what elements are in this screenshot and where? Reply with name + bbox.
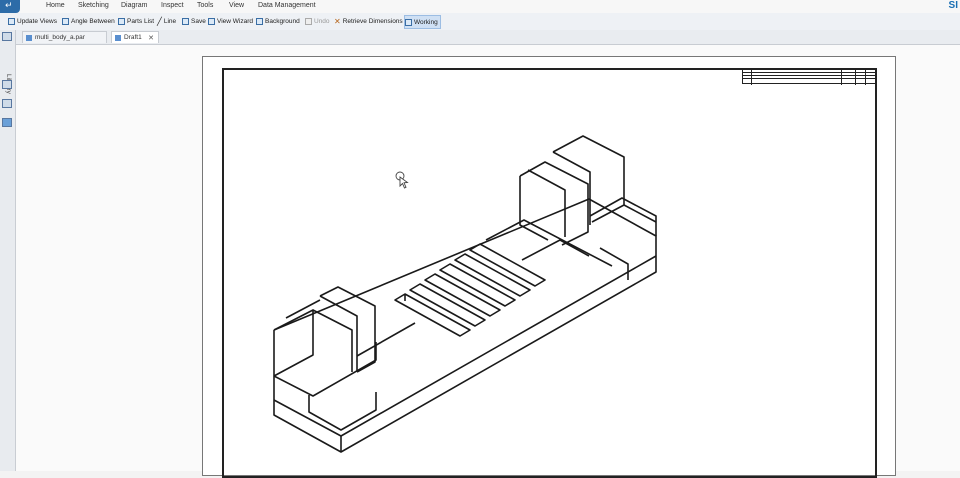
slot-5: [454, 253, 531, 297]
right-tower-face: [552, 151, 591, 225]
slot-edge: [356, 322, 416, 357]
slot-6: [469, 243, 546, 287]
base-outline: [273, 198, 657, 453]
isometric-part-view[interactable]: [0, 0, 960, 471]
mouse-cursor-icon: [395, 171, 409, 189]
right-block-face: [527, 169, 566, 237]
left-tower-side: [312, 309, 353, 372]
slot-3: [424, 273, 501, 317]
right-deck-inner: [521, 239, 590, 261]
left-tower-front: [273, 309, 314, 377]
left-tower-base: [273, 342, 377, 397]
slot-4: [439, 263, 516, 307]
slot-2: [409, 283, 486, 327]
right-deck: [485, 219, 613, 267]
slot-1: [394, 293, 471, 337]
